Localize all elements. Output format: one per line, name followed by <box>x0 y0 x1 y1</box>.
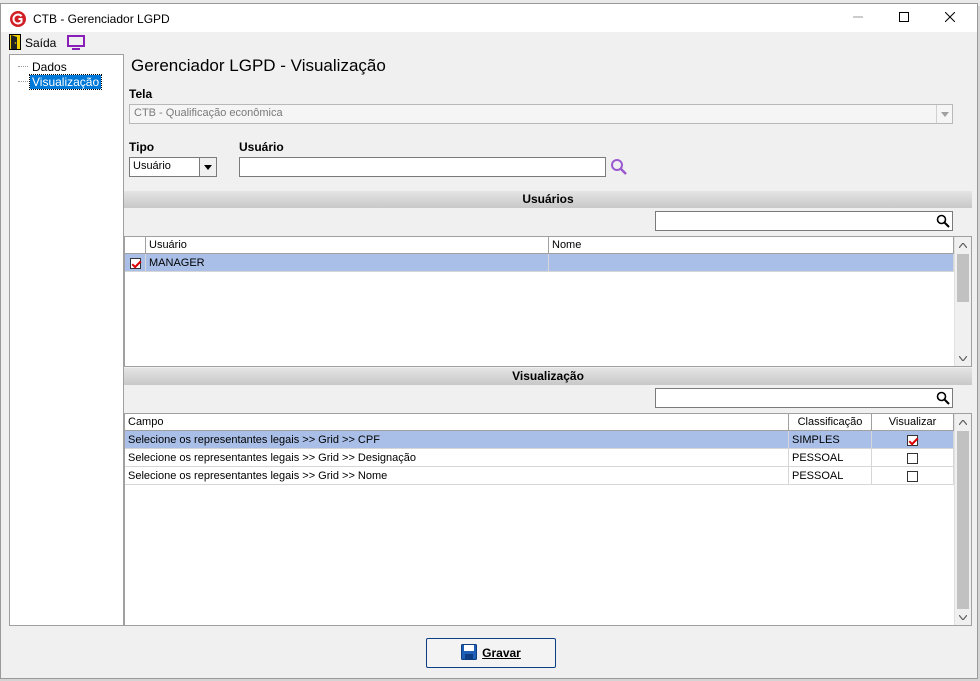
tela-value: CTB - Qualificação econômica <box>134 107 283 119</box>
page-title: Gerenciador LGPD - Visualização <box>131 56 386 75</box>
column-header-campo[interactable]: Campo <box>125 414 789 431</box>
app-logo-icon <box>9 10 27 28</box>
cell-classificacao: PESSOAL <box>789 449 872 467</box>
column-header-check <box>125 237 146 254</box>
scroll-thumb[interactable] <box>957 254 969 302</box>
usuarios-filter-input[interactable] <box>655 211 953 231</box>
exit-label: Saída <box>25 36 57 50</box>
title-bar[interactable]: CTB - Gerenciador LGPD <box>1 4 977 32</box>
window-title: CTB - Gerenciador LGPD <box>33 12 170 26</box>
scroll-down-icon[interactable] <box>955 350 971 366</box>
floppy-disk-icon <box>461 643 478 663</box>
tree-connector <box>18 66 28 67</box>
tipo-select[interactable]: Usuário <box>129 157 217 177</box>
visualizacao-grid: Campo Classificação Visualizar Selecione… <box>124 413 972 626</box>
table-row[interactable]: Selecione os representantes legais >> Gr… <box>125 431 954 449</box>
search-icon[interactable] <box>936 391 950 405</box>
exit-button[interactable]: Saída <box>9 33 57 53</box>
close-button[interactable] <box>927 4 973 32</box>
visualizacao-filter-input[interactable] <box>655 388 953 408</box>
column-header-classificacao[interactable]: Classificação <box>789 414 872 431</box>
chevron-down-icon <box>936 105 952 123</box>
minimize-icon <box>853 11 863 25</box>
save-button[interactable]: Gravar <box>426 638 556 668</box>
tree-item-label: Dados <box>32 59 67 74</box>
cell-nome <box>549 254 954 272</box>
cell-classificacao: SIMPLES <box>789 431 872 449</box>
cell-visualizar[interactable] <box>872 467 954 485</box>
tela-label: Tela <box>129 87 153 101</box>
cell-campo: Selecione os representantes legais >> Gr… <box>125 431 789 449</box>
scroll-up-icon[interactable] <box>955 237 971 253</box>
scroll-down-icon[interactable] <box>955 609 971 625</box>
column-header-nome[interactable]: Nome <box>549 237 954 254</box>
visualizar-checkbox[interactable] <box>907 434 918 446</box>
tree-connector <box>18 81 28 82</box>
exit-door-icon <box>9 33 21 53</box>
monitor-button[interactable] <box>67 35 85 51</box>
usuarios-grid: Usuário Nome MANAGER <box>124 236 972 367</box>
cell-visualizar[interactable] <box>872 449 954 467</box>
save-label: Gravar <box>482 646 521 660</box>
chevron-down-icon <box>199 158 216 176</box>
cell-visualizar[interactable] <box>872 431 954 449</box>
search-icon[interactable] <box>610 158 628 179</box>
main-window: CTB - Gerenciador LGPD Saída Dados Visua… <box>0 3 978 679</box>
tree-item-label: Visualização <box>28 73 103 90</box>
maximize-icon <box>899 11 909 25</box>
monitor-icon <box>67 35 85 54</box>
cell-campo: Selecione os representantes legais >> Gr… <box>125 467 789 485</box>
visualizar-checkbox[interactable] <box>907 452 918 464</box>
maximize-button[interactable] <box>881 4 927 32</box>
minimize-button[interactable] <box>835 4 881 32</box>
row-checkbox-cell[interactable] <box>125 254 146 272</box>
tipo-label: Tipo <box>129 140 155 154</box>
cell-usuario: MANAGER <box>146 254 549 272</box>
usuario-input[interactable] <box>239 157 606 177</box>
scroll-thumb[interactable] <box>957 431 969 609</box>
usuario-label: Usuário <box>239 140 284 154</box>
vertical-scrollbar[interactable] <box>954 414 971 625</box>
column-header-visualizar[interactable]: Visualizar <box>872 414 954 431</box>
main-panel: Gerenciador LGPD - Visualização Tela CTB… <box>124 54 972 626</box>
toolbar: Saída <box>1 32 977 54</box>
table-row[interactable]: Selecione os representantes legais >> Gr… <box>125 467 954 485</box>
vertical-scrollbar[interactable] <box>954 237 971 366</box>
column-header-usuario[interactable]: Usuário <box>146 237 549 254</box>
tela-combobox[interactable]: CTB - Qualificação econômica <box>129 104 953 124</box>
table-row[interactable]: MANAGER <box>125 254 954 272</box>
search-icon[interactable] <box>936 214 950 228</box>
tipo-value: Usuário <box>133 160 171 172</box>
visualizar-checkbox[interactable] <box>907 470 918 482</box>
visualizacao-grid-header: Campo Classificação Visualizar <box>125 414 954 431</box>
tree-item-visualizacao[interactable]: Visualização <box>18 73 103 90</box>
visualizacao-section-header: Visualização <box>124 368 972 385</box>
tree-item-dados[interactable]: Dados <box>18 59 69 74</box>
cell-campo: Selecione os representantes legais >> Gr… <box>125 449 789 467</box>
row-checkbox[interactable] <box>129 257 141 269</box>
table-row[interactable]: Selecione os representantes legais >> Gr… <box>125 449 954 467</box>
close-icon <box>944 11 956 25</box>
cell-classificacao: PESSOAL <box>789 467 872 485</box>
usuarios-grid-header: Usuário Nome <box>125 237 954 254</box>
scroll-up-icon[interactable] <box>955 414 971 430</box>
usuarios-section-header: Usuários <box>124 191 972 208</box>
navigation-tree: Dados Visualização <box>9 54 124 626</box>
